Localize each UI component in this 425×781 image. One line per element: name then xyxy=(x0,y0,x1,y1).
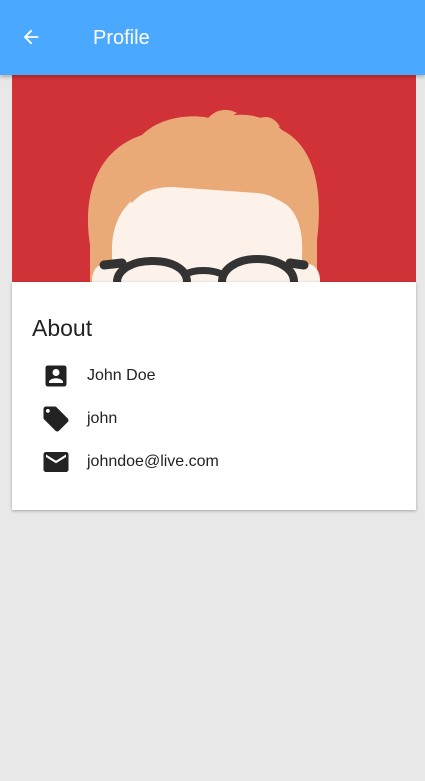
profile-content: About John Doe john johndoe@live.com xyxy=(12,75,416,510)
tag-icon xyxy=(40,403,72,435)
name-value: John Doe xyxy=(87,367,156,384)
account-box-icon xyxy=(40,360,72,392)
page-title: Profile xyxy=(93,27,150,49)
arrow-left-icon xyxy=(23,29,39,45)
list-item-email: johndoe@live.com xyxy=(40,446,219,478)
email-value: johndoe@live.com xyxy=(87,453,219,470)
list-item-username: john xyxy=(40,403,117,435)
email-icon xyxy=(40,446,72,478)
list-item-name: John Doe xyxy=(40,360,156,392)
avatar-illustration xyxy=(87,109,320,282)
app-bar: Profile xyxy=(0,0,425,75)
username-value: john xyxy=(87,410,118,427)
about-heading: About xyxy=(32,315,93,341)
back-button[interactable] xyxy=(14,20,48,54)
about-card: About John Doe john johndoe@live.com xyxy=(12,282,416,510)
profile-cover-image xyxy=(12,75,416,282)
